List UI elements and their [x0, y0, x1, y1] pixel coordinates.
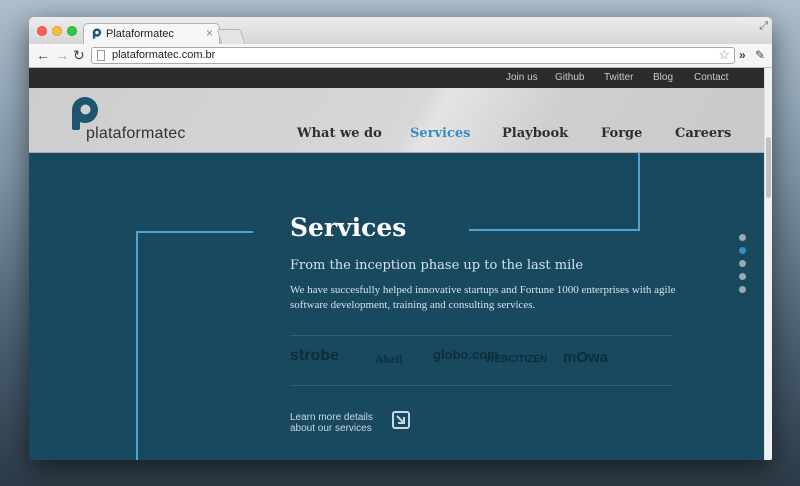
services-description: We have succesfully helped innovative st… — [290, 284, 676, 311]
browser-toolbar: ← → ↻ plataformatec.com.br ☆ » ✎ — [29, 44, 772, 68]
url-text[interactable]: plataformatec.com.br — [112, 49, 215, 61]
client-logo-strobe[interactable]: strobe — [290, 347, 339, 365]
page-icon — [97, 50, 105, 61]
zoom-window-button[interactable] — [67, 26, 77, 36]
learn-more-line-2: about our services — [290, 423, 372, 434]
nav-forge[interactable]: Forge — [601, 126, 642, 141]
learn-more-line-1: Learn more details — [290, 412, 373, 423]
back-button[interactable]: ← — [36, 47, 50, 63]
logo-wordmark[interactable]: plataformatec — [86, 125, 186, 143]
site-header: plataformatec What we do Services Playbo… — [29, 88, 764, 153]
divider — [290, 335, 672, 336]
decorative-line — [136, 231, 253, 233]
extensions-overflow-icon[interactable]: » — [739, 48, 746, 62]
bookmark-star-icon[interactable]: ☆ — [718, 47, 730, 63]
client-logo-mowa[interactable]: mOwa — [563, 349, 608, 366]
decorative-line — [469, 229, 640, 231]
client-logo-abril[interactable]: Abril — [375, 352, 402, 367]
wrench-menu-icon[interactable]: ✎ — [755, 48, 765, 62]
plataformatec-favicon-icon — [92, 28, 102, 39]
tab-title: Plataformatec — [106, 28, 174, 40]
pager-dot[interactable] — [739, 234, 746, 241]
join-us-link[interactable]: Join us — [506, 72, 538, 83]
nav-careers[interactable]: Careers — [675, 126, 731, 141]
contact-link[interactable]: Contact — [694, 72, 728, 83]
divider — [290, 385, 672, 386]
tab-strip: Plataformatec × ⤢ — [29, 17, 772, 44]
close-tab-icon[interactable]: × — [206, 26, 213, 40]
forward-button[interactable]: → — [55, 47, 69, 63]
new-tab-button[interactable] — [216, 29, 246, 44]
blog-link[interactable]: Blog — [653, 72, 673, 83]
nav-services[interactable]: Services — [410, 126, 471, 141]
decorative-line — [638, 153, 640, 230]
services-subtitle: From the inception phase up to the last … — [290, 258, 584, 273]
nav-playbook[interactable]: Playbook — [502, 126, 568, 141]
top-links-bar: Join us Github Twitter Blog Contact — [29, 68, 764, 88]
twitter-link[interactable]: Twitter — [604, 72, 633, 83]
fullscreen-icon[interactable]: ⤢ — [759, 20, 768, 33]
arrow-box-icon[interactable] — [392, 411, 410, 429]
pager-dot[interactable] — [739, 273, 746, 280]
reload-button[interactable]: ↻ — [73, 47, 85, 63]
address-bar[interactable]: plataformatec.com.br ☆ — [91, 47, 735, 64]
pager-dot[interactable] — [739, 260, 746, 267]
services-heading: Services — [290, 213, 407, 242]
minimize-window-button[interactable] — [52, 26, 62, 36]
browser-tab[interactable]: Plataformatec × — [83, 23, 220, 44]
scrollbar-thumb[interactable] — [766, 137, 771, 198]
client-logo-webcitizen[interactable]: WEBCITIZEN — [485, 354, 547, 365]
vertical-scrollbar[interactable] — [764, 68, 772, 460]
page-viewport: Join us Github Twitter Blog Contact plat… — [29, 68, 772, 460]
services-section: Services From the inception phase up to … — [29, 153, 764, 460]
decorative-line — [136, 231, 138, 460]
browser-window: Plataformatec × ⤢ ← → ↻ plataformatec.co… — [29, 17, 772, 460]
learn-more-link[interactable]: Learn more details about our services — [290, 412, 373, 434]
pager-dot-active[interactable] — [739, 247, 746, 254]
nav-what-we-do[interactable]: What we do — [297, 126, 382, 141]
pager-dot[interactable] — [739, 286, 746, 293]
github-link[interactable]: Github — [555, 72, 584, 83]
close-window-button[interactable] — [37, 26, 47, 36]
